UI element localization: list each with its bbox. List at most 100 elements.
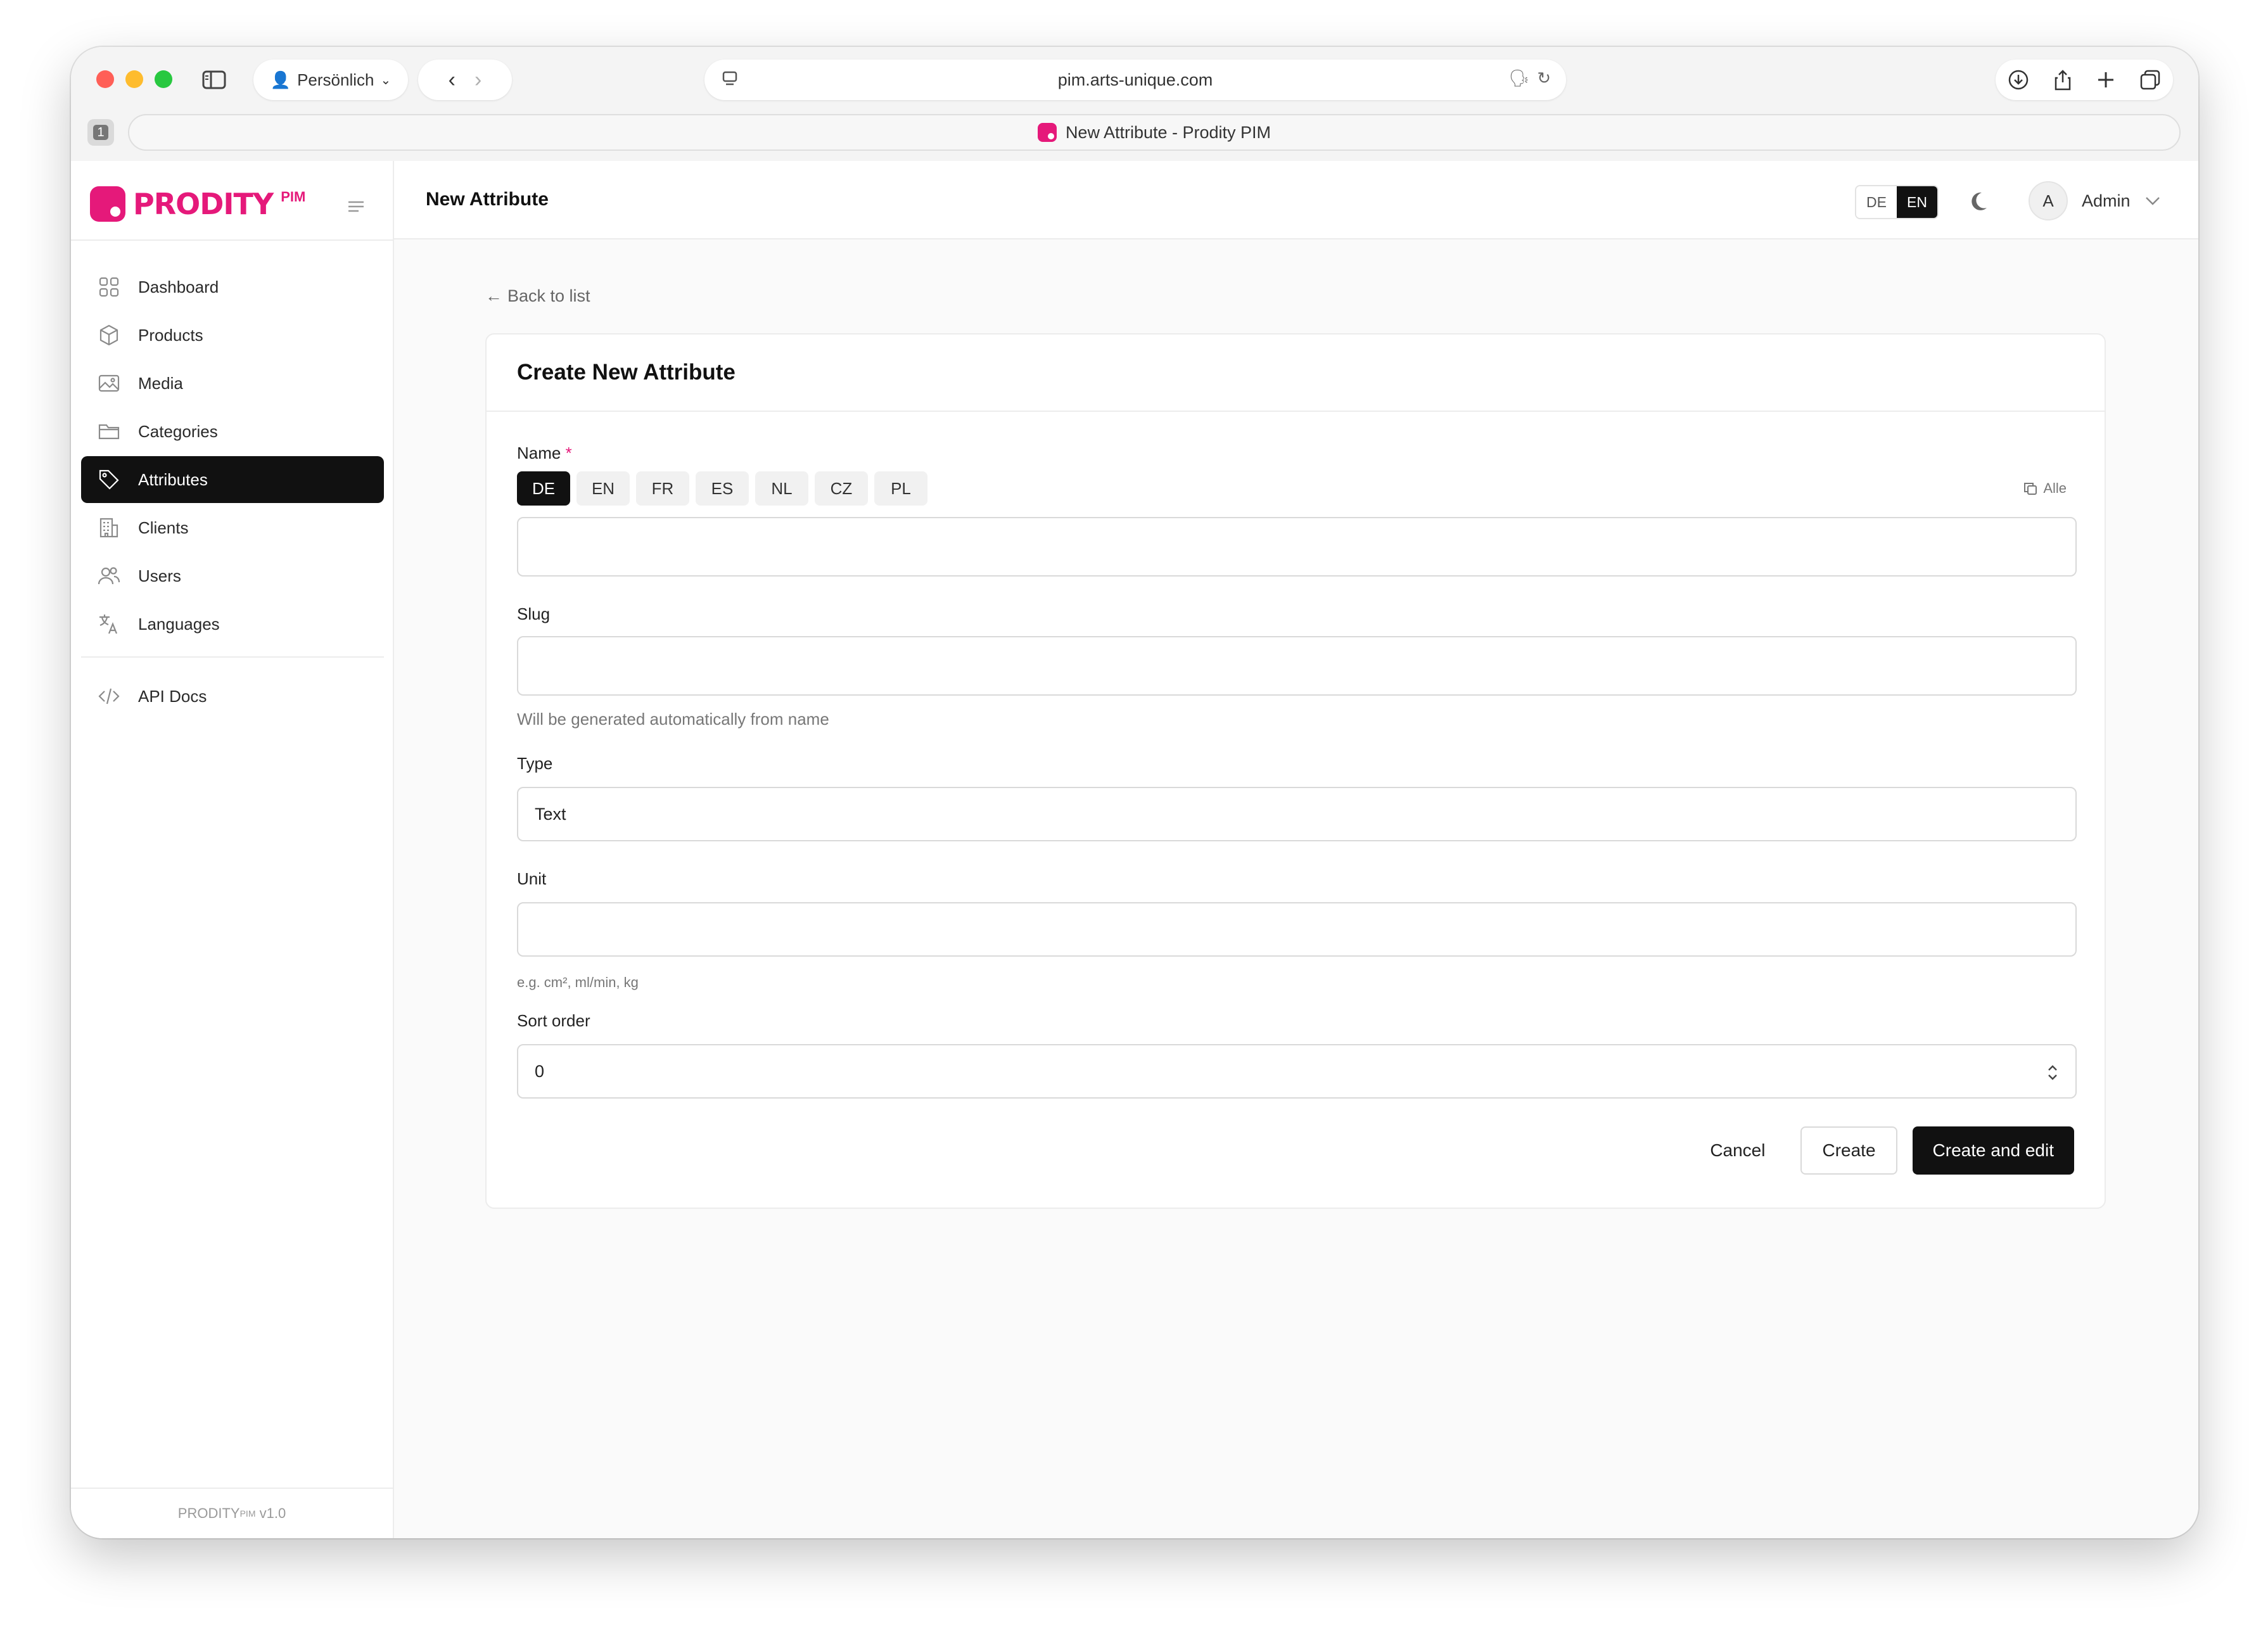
create-and-edit-button[interactable]: Create and edit xyxy=(1912,1126,2074,1175)
name-lang-tab-cz[interactable]: CZ xyxy=(815,471,868,506)
download-icon[interactable] xyxy=(2008,69,2029,91)
sidebar-item-products[interactable]: Products xyxy=(81,312,384,359)
browser-toolbar: 👤 Persönlich ⌄ ‹ › pim.arts-unique.com 🗣… xyxy=(71,47,2198,161)
sidebar-item-attributes[interactable]: Attributes xyxy=(81,456,384,503)
sidebar-item-api-docs[interactable]: API Docs xyxy=(81,673,384,720)
name-language-tabs: DE EN FR ES NL CZ PL xyxy=(517,471,927,506)
slug-hint: Will be generated automatically from nam… xyxy=(517,710,829,729)
sort-order-input[interactable] xyxy=(535,1045,2075,1097)
browser-sidebar-toggle[interactable] xyxy=(191,60,237,100)
type-label: Type xyxy=(517,754,553,773)
sidebar-item-label: Languages xyxy=(138,614,220,634)
cancel-button[interactable]: Cancel xyxy=(1690,1126,1785,1175)
address-bar[interactable]: pim.arts-unique.com 🗣 ↻ xyxy=(704,60,1566,100)
copy-all-label: Alle xyxy=(2043,480,2067,496)
sidebar-item-label: Clients xyxy=(138,518,189,537)
unit-hint: e.g. cm², ml/min, kg xyxy=(517,974,639,990)
code-icon xyxy=(98,688,120,704)
tab-count-badge[interactable]: 1 xyxy=(87,119,114,146)
create-attribute-card: Create New Attribute Name * DE EN FR ES … xyxy=(485,333,2106,1209)
logo-mark xyxy=(90,186,125,222)
lang-option-en[interactable]: EN xyxy=(1897,186,1937,218)
slug-input[interactable] xyxy=(535,637,2075,694)
lang-option-de[interactable]: DE xyxy=(1856,186,1897,218)
type-select[interactable]: Text xyxy=(517,787,2077,841)
brand-logo[interactable]: PRODITY PIM xyxy=(90,186,305,222)
building-icon xyxy=(99,518,118,538)
new-tab-icon[interactable] xyxy=(2096,70,2115,89)
type-selected-value: Text xyxy=(535,804,566,824)
sidebar-item-clients[interactable]: Clients xyxy=(81,504,384,551)
name-label: Name * xyxy=(517,443,572,463)
translate-icon xyxy=(99,615,118,634)
reload-icon[interactable]: ↻ xyxy=(1537,68,1551,88)
menu-collapse-icon[interactable] xyxy=(347,200,365,213)
sidebar-nav: Dashboard Products Media Categories Attr… xyxy=(81,264,384,721)
back-icon[interactable]: ‹ xyxy=(449,68,456,92)
footer-sup: PIM xyxy=(239,1508,256,1519)
name-field[interactable] xyxy=(517,517,2077,577)
zoom-window-button[interactable] xyxy=(155,70,172,88)
chevron-down-icon: ⌄ xyxy=(380,73,392,87)
sort-order-label: Sort order xyxy=(517,1011,590,1030)
dark-mode-icon[interactable] xyxy=(1966,190,1989,213)
name-lang-tab-es[interactable]: ES xyxy=(696,471,749,506)
sidebar-divider xyxy=(71,239,393,241)
chevron-down-icon xyxy=(2145,197,2160,205)
arrow-left-icon: ← xyxy=(485,286,502,305)
card-title: Create New Attribute xyxy=(517,360,736,385)
sidebar-item-media[interactable]: Media xyxy=(81,360,384,407)
sidebar-item-label: Dashboard xyxy=(138,277,219,296)
translate-icon[interactable]: 🗣 xyxy=(1508,68,1529,88)
back-to-list-link[interactable]: ← Back to list xyxy=(485,286,590,306)
unit-label: Unit xyxy=(517,869,547,888)
page-settings-icon[interactable] xyxy=(721,70,740,89)
active-tab[interactable]: New Attribute - Prodity PIM xyxy=(128,114,2181,151)
footer-brand: PRODITY xyxy=(177,1505,240,1521)
history-nav: ‹ › xyxy=(418,60,512,100)
tag-icon xyxy=(99,469,119,490)
name-input[interactable] xyxy=(535,518,2075,575)
create-button[interactable]: Create xyxy=(1800,1126,1897,1175)
unit-field[interactable] xyxy=(517,902,2077,957)
sidebar-item-label: Categories xyxy=(138,421,218,441)
forward-icon[interactable]: › xyxy=(475,68,481,92)
sidebar-item-dashboard[interactable]: Dashboard xyxy=(81,264,384,310)
sidebar-item-label: Attributes xyxy=(138,469,208,489)
logo-text: PRODITY xyxy=(133,187,274,221)
avatar: A xyxy=(2029,181,2068,220)
minimize-window-button[interactable] xyxy=(125,70,143,88)
sidebar-item-categories[interactable]: Categories xyxy=(81,408,384,455)
address-actions: 🗣 ↻ xyxy=(1508,68,1551,88)
close-window-button[interactable] xyxy=(96,70,114,88)
slug-field[interactable] xyxy=(517,636,2077,696)
user-menu[interactable]: A Admin xyxy=(2029,181,2161,220)
sort-order-field[interactable] xyxy=(517,1044,2077,1099)
name-lang-tab-fr[interactable]: FR xyxy=(636,471,689,506)
sidebar-footer: PRODITY PIM v1.0 xyxy=(71,1488,393,1538)
card-header: Create New Attribute xyxy=(487,335,2105,412)
name-lang-tab-de[interactable]: DE xyxy=(517,471,570,506)
profile-button[interactable]: 👤 Persönlich ⌄ xyxy=(253,60,408,100)
share-icon[interactable] xyxy=(2053,68,2072,91)
unit-input[interactable] xyxy=(535,903,2075,955)
sidebar-item-users[interactable]: Users xyxy=(81,552,384,599)
sidebar-item-languages[interactable]: Languages xyxy=(81,601,384,647)
favicon xyxy=(1037,123,1057,142)
name-lang-tab-en[interactable]: EN xyxy=(577,471,630,506)
slug-label: Slug xyxy=(517,604,551,623)
back-to-list-label: Back to list xyxy=(507,286,590,305)
name-lang-tab-pl[interactable]: PL xyxy=(874,471,927,506)
user-name: Admin xyxy=(2082,191,2131,210)
page-title: New Attribute xyxy=(426,189,549,210)
tab-overview-icon[interactable] xyxy=(2139,69,2161,91)
logo-sup: PIM xyxy=(281,189,306,205)
image-icon xyxy=(98,374,120,392)
top-bar: New Attribute DE EN A Admin xyxy=(394,161,2198,239)
url-text: pim.arts-unique.com xyxy=(1057,70,1213,89)
sidebar-separator xyxy=(81,656,384,658)
stepper-icon[interactable] xyxy=(2046,1063,2059,1082)
browser-window: 👤 Persönlich ⌄ ‹ › pim.arts-unique.com 🗣… xyxy=(71,47,2198,1538)
name-lang-tab-nl[interactable]: NL xyxy=(755,471,808,506)
copy-all-button[interactable]: Alle xyxy=(2023,480,2067,497)
